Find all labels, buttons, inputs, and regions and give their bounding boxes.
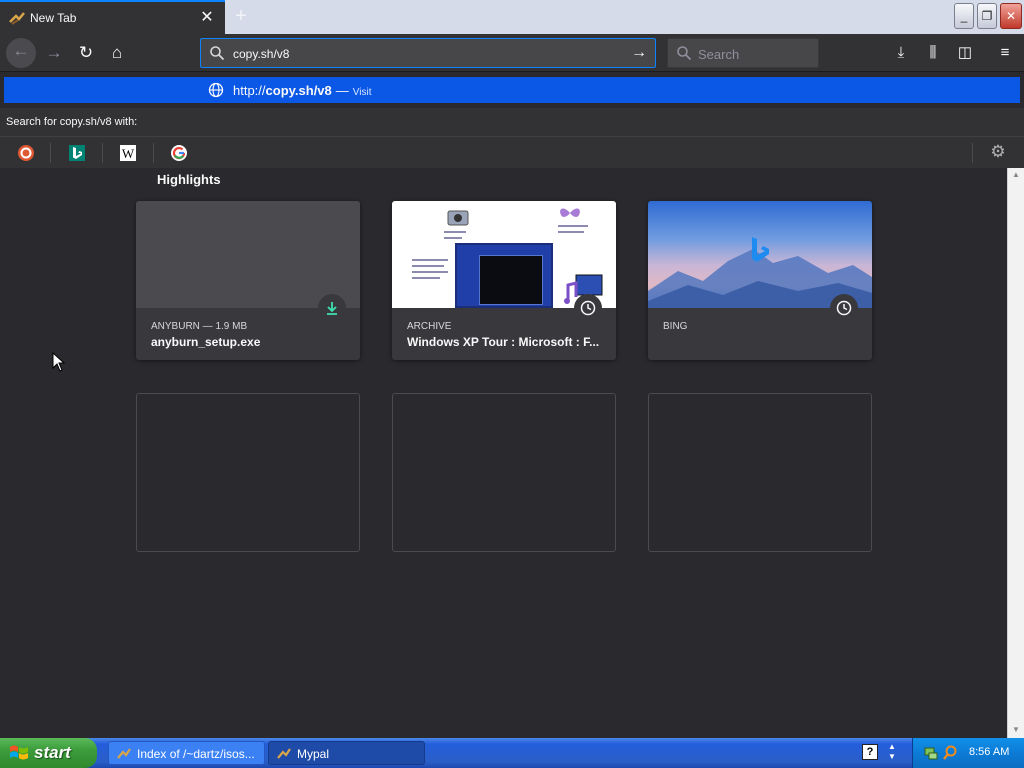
url-prefix: http:// bbox=[233, 83, 266, 98]
google-icon[interactable] bbox=[169, 143, 189, 163]
thumb-text-line bbox=[412, 259, 448, 261]
visit-label: Visit bbox=[352, 87, 372, 98]
url-separator: — bbox=[335, 83, 349, 98]
thumb-text-line bbox=[444, 231, 466, 233]
card-title: anyburn_setup.exe bbox=[151, 335, 261, 349]
svg-text:W: W bbox=[122, 146, 135, 161]
tab-close-icon[interactable]: ✕ bbox=[197, 8, 217, 28]
empty-highlight-slot bbox=[648, 393, 872, 552]
highlight-card-anyburn[interactable]: ANYBURN — 1.9 MB anyburn_setup.exe bbox=[136, 201, 360, 360]
windows-taskbar: start Index of /~dartz/isos... Mypal ? ▲… bbox=[0, 738, 1024, 768]
gear-icon[interactable]: ⚙ bbox=[988, 142, 1008, 162]
autocomplete-result-row[interactable]: http://copy.sh/v8— Visit bbox=[4, 77, 1020, 103]
hamburger-menu-icon[interactable]: ≡ bbox=[992, 40, 1018, 66]
tab-new-tab[interactable]: New Tab ✕ bbox=[0, 0, 225, 34]
vertical-scrollbar[interactable]: ▲ ▼ bbox=[1007, 168, 1024, 738]
url-input[interactable]: copy.sh/v8 bbox=[233, 47, 289, 61]
url-bar[interactable]: copy.sh/v8 → bbox=[200, 38, 656, 68]
mypal-icon bbox=[9, 12, 25, 25]
tab-strip: New Tab ✕ + _ ❐ ✕ bbox=[0, 0, 1024, 34]
mypal-icon bbox=[117, 748, 131, 759]
empty-highlight-slot bbox=[392, 393, 616, 552]
engine-divider bbox=[153, 143, 154, 163]
bing-logo-icon bbox=[752, 237, 769, 262]
close-window-button[interactable]: ✕ bbox=[1000, 3, 1022, 29]
mypal-icon bbox=[277, 748, 291, 759]
tab-title: New Tab bbox=[30, 11, 77, 25]
butterfly-icon bbox=[560, 208, 580, 217]
search-for-row: Search for copy.sh/v8 with: bbox=[0, 108, 1024, 136]
network-icon[interactable] bbox=[923, 745, 939, 761]
highlight-card-bing[interactable]: BING bbox=[648, 201, 872, 360]
thumb-window bbox=[479, 255, 543, 305]
highlight-card-archive[interactable]: ARCHIVE Windows XP Tour : Microsoft : F.… bbox=[392, 201, 616, 360]
tray-toggle-icon[interactable]: ▲ ▼ bbox=[886, 742, 898, 764]
download-icon bbox=[318, 294, 346, 322]
thumb-text-line bbox=[444, 237, 462, 239]
highlights-heading: Highlights bbox=[157, 172, 221, 187]
download-icon[interactable]: ⤓ bbox=[888, 40, 914, 66]
search-for-label: Search for copy.sh/v8 with: bbox=[6, 116, 138, 128]
mouse-cursor-icon bbox=[52, 352, 66, 372]
duckduckgo-icon[interactable] bbox=[16, 143, 36, 163]
camera-icon bbox=[447, 210, 469, 226]
thumb-text-line bbox=[558, 231, 584, 233]
new-tab-page: Highlights ANYBURN — 1.9 MB anyburn_setu… bbox=[0, 168, 1024, 738]
windows-logo-icon bbox=[10, 745, 28, 760]
history-clock-icon bbox=[574, 294, 602, 322]
taskbar-button-label: Index of /~dartz/isos... bbox=[137, 747, 255, 761]
system-tray: 8:56 AM bbox=[912, 738, 1024, 768]
home-icon[interactable]: ⌂ bbox=[103, 40, 131, 66]
card-context: ARCHIVE bbox=[407, 321, 452, 332]
help-icon[interactable]: ? bbox=[862, 744, 878, 760]
back-arrow-icon[interactable]: ← bbox=[6, 38, 36, 68]
card-thumbnail bbox=[392, 201, 616, 308]
history-clock-icon bbox=[830, 294, 858, 322]
library-icon[interactable]: ⫼ bbox=[920, 40, 946, 66]
url-autocomplete-popup: http://copy.sh/v8— Visit Search for copy.… bbox=[0, 72, 1024, 168]
scroll-up-icon[interactable]: ▲ bbox=[1010, 170, 1022, 180]
taskbar-button-label: Mypal bbox=[297, 747, 330, 761]
card-title: Windows XP Tour : Microsoft : F... bbox=[407, 335, 600, 349]
sidebar-icon[interactable]: ◫ bbox=[952, 40, 978, 66]
screen: New Tab ✕ + _ ❐ ✕ ← → ↻ ⌂ copy.sh/v8 → S… bbox=[0, 0, 1024, 768]
card-context: BING bbox=[663, 321, 688, 332]
taskbar-button-index[interactable]: Index of /~dartz/isos... bbox=[108, 741, 265, 765]
autocomplete-url: http://copy.sh/v8— Visit bbox=[233, 83, 371, 98]
maximize-button[interactable]: ❐ bbox=[977, 3, 997, 29]
globe-icon bbox=[208, 82, 224, 98]
search-bar[interactable] bbox=[667, 38, 819, 68]
forward-arrow-icon[interactable]: → bbox=[40, 40, 68, 66]
thumb-screen bbox=[455, 243, 553, 308]
empty-highlight-slot bbox=[136, 393, 360, 552]
start-label: start bbox=[34, 743, 71, 762]
search-tray-icon[interactable] bbox=[942, 745, 958, 761]
search-input[interactable] bbox=[698, 45, 813, 63]
engine-divider bbox=[972, 143, 973, 163]
navigation-toolbar: ← → ↻ ⌂ copy.sh/v8 → ⤓ ⫼ ◫ ≡ bbox=[0, 34, 1024, 72]
go-arrow-icon[interactable]: → bbox=[627, 42, 651, 64]
wikipedia-icon[interactable]: W bbox=[118, 143, 138, 163]
minimize-button[interactable]: _ bbox=[954, 3, 974, 29]
one-off-search-engines: W ⚙ bbox=[0, 136, 1024, 168]
thumb-text-line bbox=[412, 265, 444, 267]
card-context: ANYBURN — 1.9 MB bbox=[151, 321, 248, 332]
engine-divider bbox=[102, 143, 103, 163]
card-thumbnail bbox=[648, 201, 872, 308]
search-icon bbox=[677, 46, 692, 61]
reload-icon[interactable]: ↻ bbox=[72, 40, 100, 66]
bing-icon[interactable] bbox=[67, 143, 87, 163]
scroll-down-icon[interactable]: ▼ bbox=[1010, 725, 1022, 735]
engine-divider bbox=[50, 143, 51, 163]
thumb-text-line bbox=[558, 225, 588, 227]
thumb-text-line bbox=[412, 271, 448, 273]
start-button[interactable]: start bbox=[0, 738, 97, 768]
taskbar-button-mypal[interactable]: Mypal bbox=[268, 741, 425, 765]
clock: 8:56 AM bbox=[969, 746, 1010, 758]
url-domain: copy.sh/v8 bbox=[265, 83, 332, 98]
thumb-text-line bbox=[412, 277, 440, 279]
card-thumbnail bbox=[136, 201, 360, 308]
new-tab-button[interactable]: + bbox=[228, 4, 254, 30]
search-icon bbox=[210, 46, 225, 61]
